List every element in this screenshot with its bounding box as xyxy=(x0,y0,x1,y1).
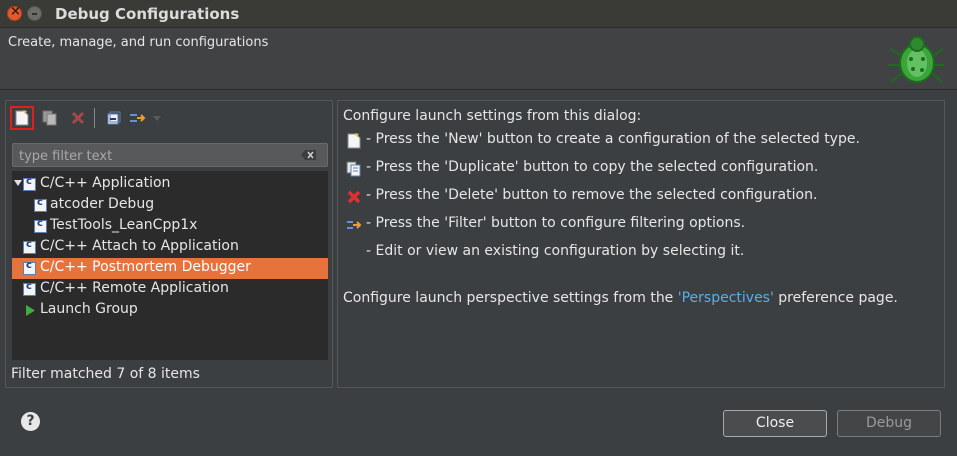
hint-text: - Press the 'Filter' button to configure… xyxy=(366,215,746,231)
tree-item-label: C/C++ Postmortem Debugger xyxy=(40,259,251,275)
perspectives-link[interactable]: 'Perspectives' xyxy=(678,290,774,306)
filter-dropdown-button[interactable] xyxy=(150,106,164,130)
tree-item-c-cpp-postmortem[interactable]: C/C++ Postmortem Debugger xyxy=(12,258,328,279)
tree-item-launch-group[interactable]: Launch Group xyxy=(12,300,328,321)
hint-text: - Press the 'New' button to create a con… xyxy=(366,131,860,147)
duplicate-icon xyxy=(42,110,57,126)
info-intro: Configure launch settings from this dial… xyxy=(343,108,642,124)
window-title: Debug Configurations xyxy=(55,5,240,23)
tree-item-label: TestTools_LeanCpp1x xyxy=(50,217,198,233)
perspective-prefix: Configure launch perspective settings fr… xyxy=(343,290,678,306)
configuration-tree: C/C++ Application atcoder Debug TestTool… xyxy=(12,171,328,360)
perspective-settings-line: Configure launch perspective settings fr… xyxy=(343,290,898,306)
duplicate-button[interactable] xyxy=(38,106,62,130)
banner-subtitle: Create, manage, and run configurations xyxy=(8,35,269,50)
title-bar: Debug Configurations xyxy=(0,0,957,28)
debug-bug-icon xyxy=(888,36,944,83)
perspective-suffix: preference page. xyxy=(773,290,898,306)
tree-item-label: C/C++ Remote Application xyxy=(40,280,229,296)
window-minimize-button[interactable] xyxy=(27,6,42,21)
new-icon xyxy=(15,110,29,126)
tree-item-label: atcoder Debug xyxy=(50,196,155,212)
help-button[interactable]: ? xyxy=(21,412,40,431)
tree-item-c-cpp-attach[interactable]: C/C++ Attach to Application xyxy=(12,237,328,258)
filter-status: Filter matched 7 of 8 items xyxy=(11,366,200,382)
tree-item-label: C/C++ Attach to Application xyxy=(40,238,239,254)
tree-item-label: Launch Group xyxy=(40,301,138,317)
new-icon xyxy=(347,133,361,149)
clear-filter-icon[interactable] xyxy=(301,149,317,161)
collapse-all-icon xyxy=(107,111,121,125)
delete-button[interactable] xyxy=(66,106,90,130)
launch-group-icon xyxy=(26,305,35,316)
delete-icon xyxy=(347,190,361,204)
toolbar-separator xyxy=(94,108,95,128)
question-mark-icon: ? xyxy=(26,413,35,429)
c-config-icon xyxy=(34,218,47,233)
hint-text: - Press the 'Duplicate' button to copy t… xyxy=(366,159,819,175)
tree-item-c-cpp-application[interactable]: C/C++ Application xyxy=(12,174,328,195)
configurations-panel: C/C++ Application atcoder Debug TestTool… xyxy=(5,100,333,388)
delete-icon xyxy=(71,111,85,125)
filter-button[interactable] xyxy=(126,106,150,130)
duplicate-icon xyxy=(346,161,361,177)
tree-item-testtools-leancpp1x[interactable]: TestTools_LeanCpp1x xyxy=(12,216,328,237)
filter-icon xyxy=(347,221,362,229)
tree-item-atcoder-debug[interactable]: atcoder Debug xyxy=(12,195,328,216)
filter-input[interactable] xyxy=(19,147,289,165)
close-button[interactable]: Close xyxy=(723,410,827,437)
debug-button[interactable]: Debug xyxy=(837,410,941,437)
hint-text: - Edit or view an existing configuration… xyxy=(366,243,745,259)
window-close-button[interactable] xyxy=(7,4,22,21)
tree-item-c-cpp-remote[interactable]: C/C++ Remote Application xyxy=(12,279,328,300)
new-configuration-button[interactable] xyxy=(10,106,34,130)
chevron-down-icon xyxy=(153,115,161,121)
collapse-all-button[interactable] xyxy=(102,106,126,130)
filter-field xyxy=(12,143,328,167)
c-app-icon xyxy=(23,260,36,275)
c-app-icon xyxy=(23,176,36,191)
c-app-icon xyxy=(23,281,36,296)
hint-text: - Press the 'Delete' button to remove th… xyxy=(366,187,818,203)
c-app-icon xyxy=(23,239,36,254)
filter-icon xyxy=(130,114,146,122)
info-panel: Configure launch settings from this dial… xyxy=(337,100,945,388)
dialog-banner: Create, manage, and run configurations xyxy=(0,29,957,90)
tree-item-label: C/C++ Application xyxy=(40,175,171,191)
configurations-toolbar xyxy=(6,101,332,135)
expand-arrow-icon[interactable] xyxy=(14,180,22,186)
c-config-icon xyxy=(34,197,47,212)
